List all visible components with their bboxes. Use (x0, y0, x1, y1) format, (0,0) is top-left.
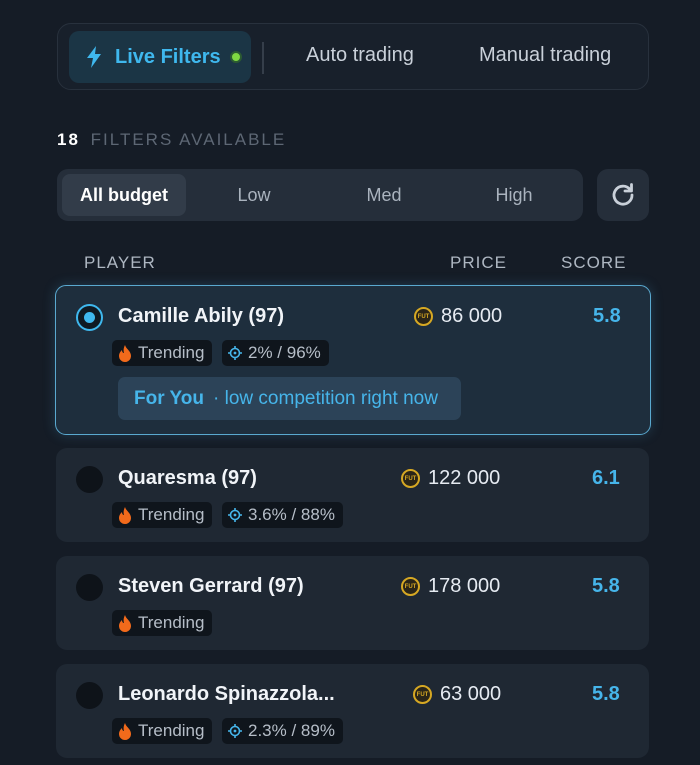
player-radio[interactable] (76, 682, 103, 709)
tab-divider (262, 42, 264, 74)
tab-auto-trading[interactable]: Auto trading (306, 44, 414, 67)
player-card[interactable]: Camille Abily (97) FUT 86 000 5.8 Trendi… (55, 285, 651, 435)
price-value: 178 000 (428, 575, 501, 597)
stat-badge: 2% / 96% (222, 340, 329, 366)
player-name: Quaresma (97) (118, 467, 257, 489)
stat-value: 3.6% / 88% (248, 505, 335, 524)
player-radio[interactable] (76, 466, 103, 493)
stat-badge: 2.3% / 89% (222, 718, 343, 744)
player-price: FUT 63 000 (413, 683, 501, 706)
coin-icon: FUT (413, 685, 432, 704)
for-you-text: · low competition right now (213, 387, 438, 409)
player-name: Leonardo Spinazzola... (118, 683, 335, 705)
budget-high[interactable]: High (452, 174, 576, 216)
filters-count-number: 18 (57, 130, 80, 149)
trending-badge: Trending (112, 610, 213, 636)
player-radio[interactable] (76, 304, 103, 331)
tab-live-filters[interactable]: Live Filters (69, 31, 251, 83)
flame-icon (119, 722, 131, 740)
refresh-button[interactable] (597, 169, 649, 221)
live-status-dot (229, 51, 242, 63)
header-score: SCORE (561, 253, 627, 272)
coin-icon: FUT (401, 577, 420, 596)
budget-low[interactable]: Low (192, 174, 316, 216)
trending-badge: Trending (112, 718, 213, 744)
target-icon (228, 724, 242, 738)
player-price: FUT 178 000 (401, 575, 500, 598)
mode-tab-bar: Live Filters Auto trading Manual trading (57, 23, 649, 90)
trending-label: Trending (138, 613, 205, 632)
for-you-label: For You (134, 387, 205, 409)
coin-icon: FUT (401, 469, 420, 488)
player-card[interactable]: Quaresma (97) FUT 122 000 6.1 Trending 3… (56, 448, 649, 542)
budget-all[interactable]: All budget (62, 174, 186, 216)
player-score: 6.1 (592, 467, 620, 489)
player-price: FUT 122 000 (401, 467, 500, 490)
flame-icon (119, 614, 131, 632)
tab-live-label: Live Filters (115, 45, 221, 68)
flame-icon (119, 344, 131, 362)
bolt-icon (87, 46, 101, 68)
stat-value: 2% / 96% (248, 343, 321, 362)
price-value: 122 000 (428, 467, 501, 489)
player-score: 5.8 (593, 305, 621, 327)
player-name: Camille Abily (97) (118, 305, 284, 327)
tab-manual-trading[interactable]: Manual trading (479, 44, 611, 67)
stat-value: 2.3% / 89% (248, 721, 335, 740)
header-price: PRICE (450, 253, 507, 272)
player-price: FUT 86 000 (414, 305, 502, 328)
budget-segmented-control: All budget Low Med High (57, 169, 583, 221)
target-icon (228, 508, 242, 522)
player-name: Steven Gerrard (97) (118, 575, 304, 597)
trending-label: Trending (138, 343, 205, 362)
filters-count-label: FILTERS AVAILABLE (90, 130, 287, 149)
price-value: 86 000 (441, 305, 503, 327)
flame-icon (119, 506, 131, 524)
trending-badge: Trending (112, 502, 213, 528)
budget-med[interactable]: Med (322, 174, 446, 216)
player-score: 5.8 (592, 575, 620, 597)
trending-label: Trending (138, 505, 205, 524)
price-value: 63 000 (440, 683, 502, 705)
filters-available: 18 FILTERS AVAILABLE (57, 130, 286, 150)
player-card[interactable]: Steven Gerrard (97) FUT 178 000 5.8 Tren… (56, 556, 649, 650)
player-score: 5.8 (592, 683, 620, 705)
stat-badge: 3.6% / 88% (222, 502, 343, 528)
trending-label: Trending (138, 721, 205, 740)
for-you-banner: For You · low competition right now (118, 377, 461, 420)
player-radio[interactable] (76, 574, 103, 601)
refresh-icon (612, 183, 634, 206)
trending-badge: Trending (112, 340, 213, 366)
player-card[interactable]: Leonardo Spinazzola... FUT 63 000 5.8 Tr… (56, 664, 649, 758)
target-icon (228, 346, 242, 360)
coin-icon: FUT (414, 307, 433, 326)
header-player: PLAYER (84, 253, 156, 272)
